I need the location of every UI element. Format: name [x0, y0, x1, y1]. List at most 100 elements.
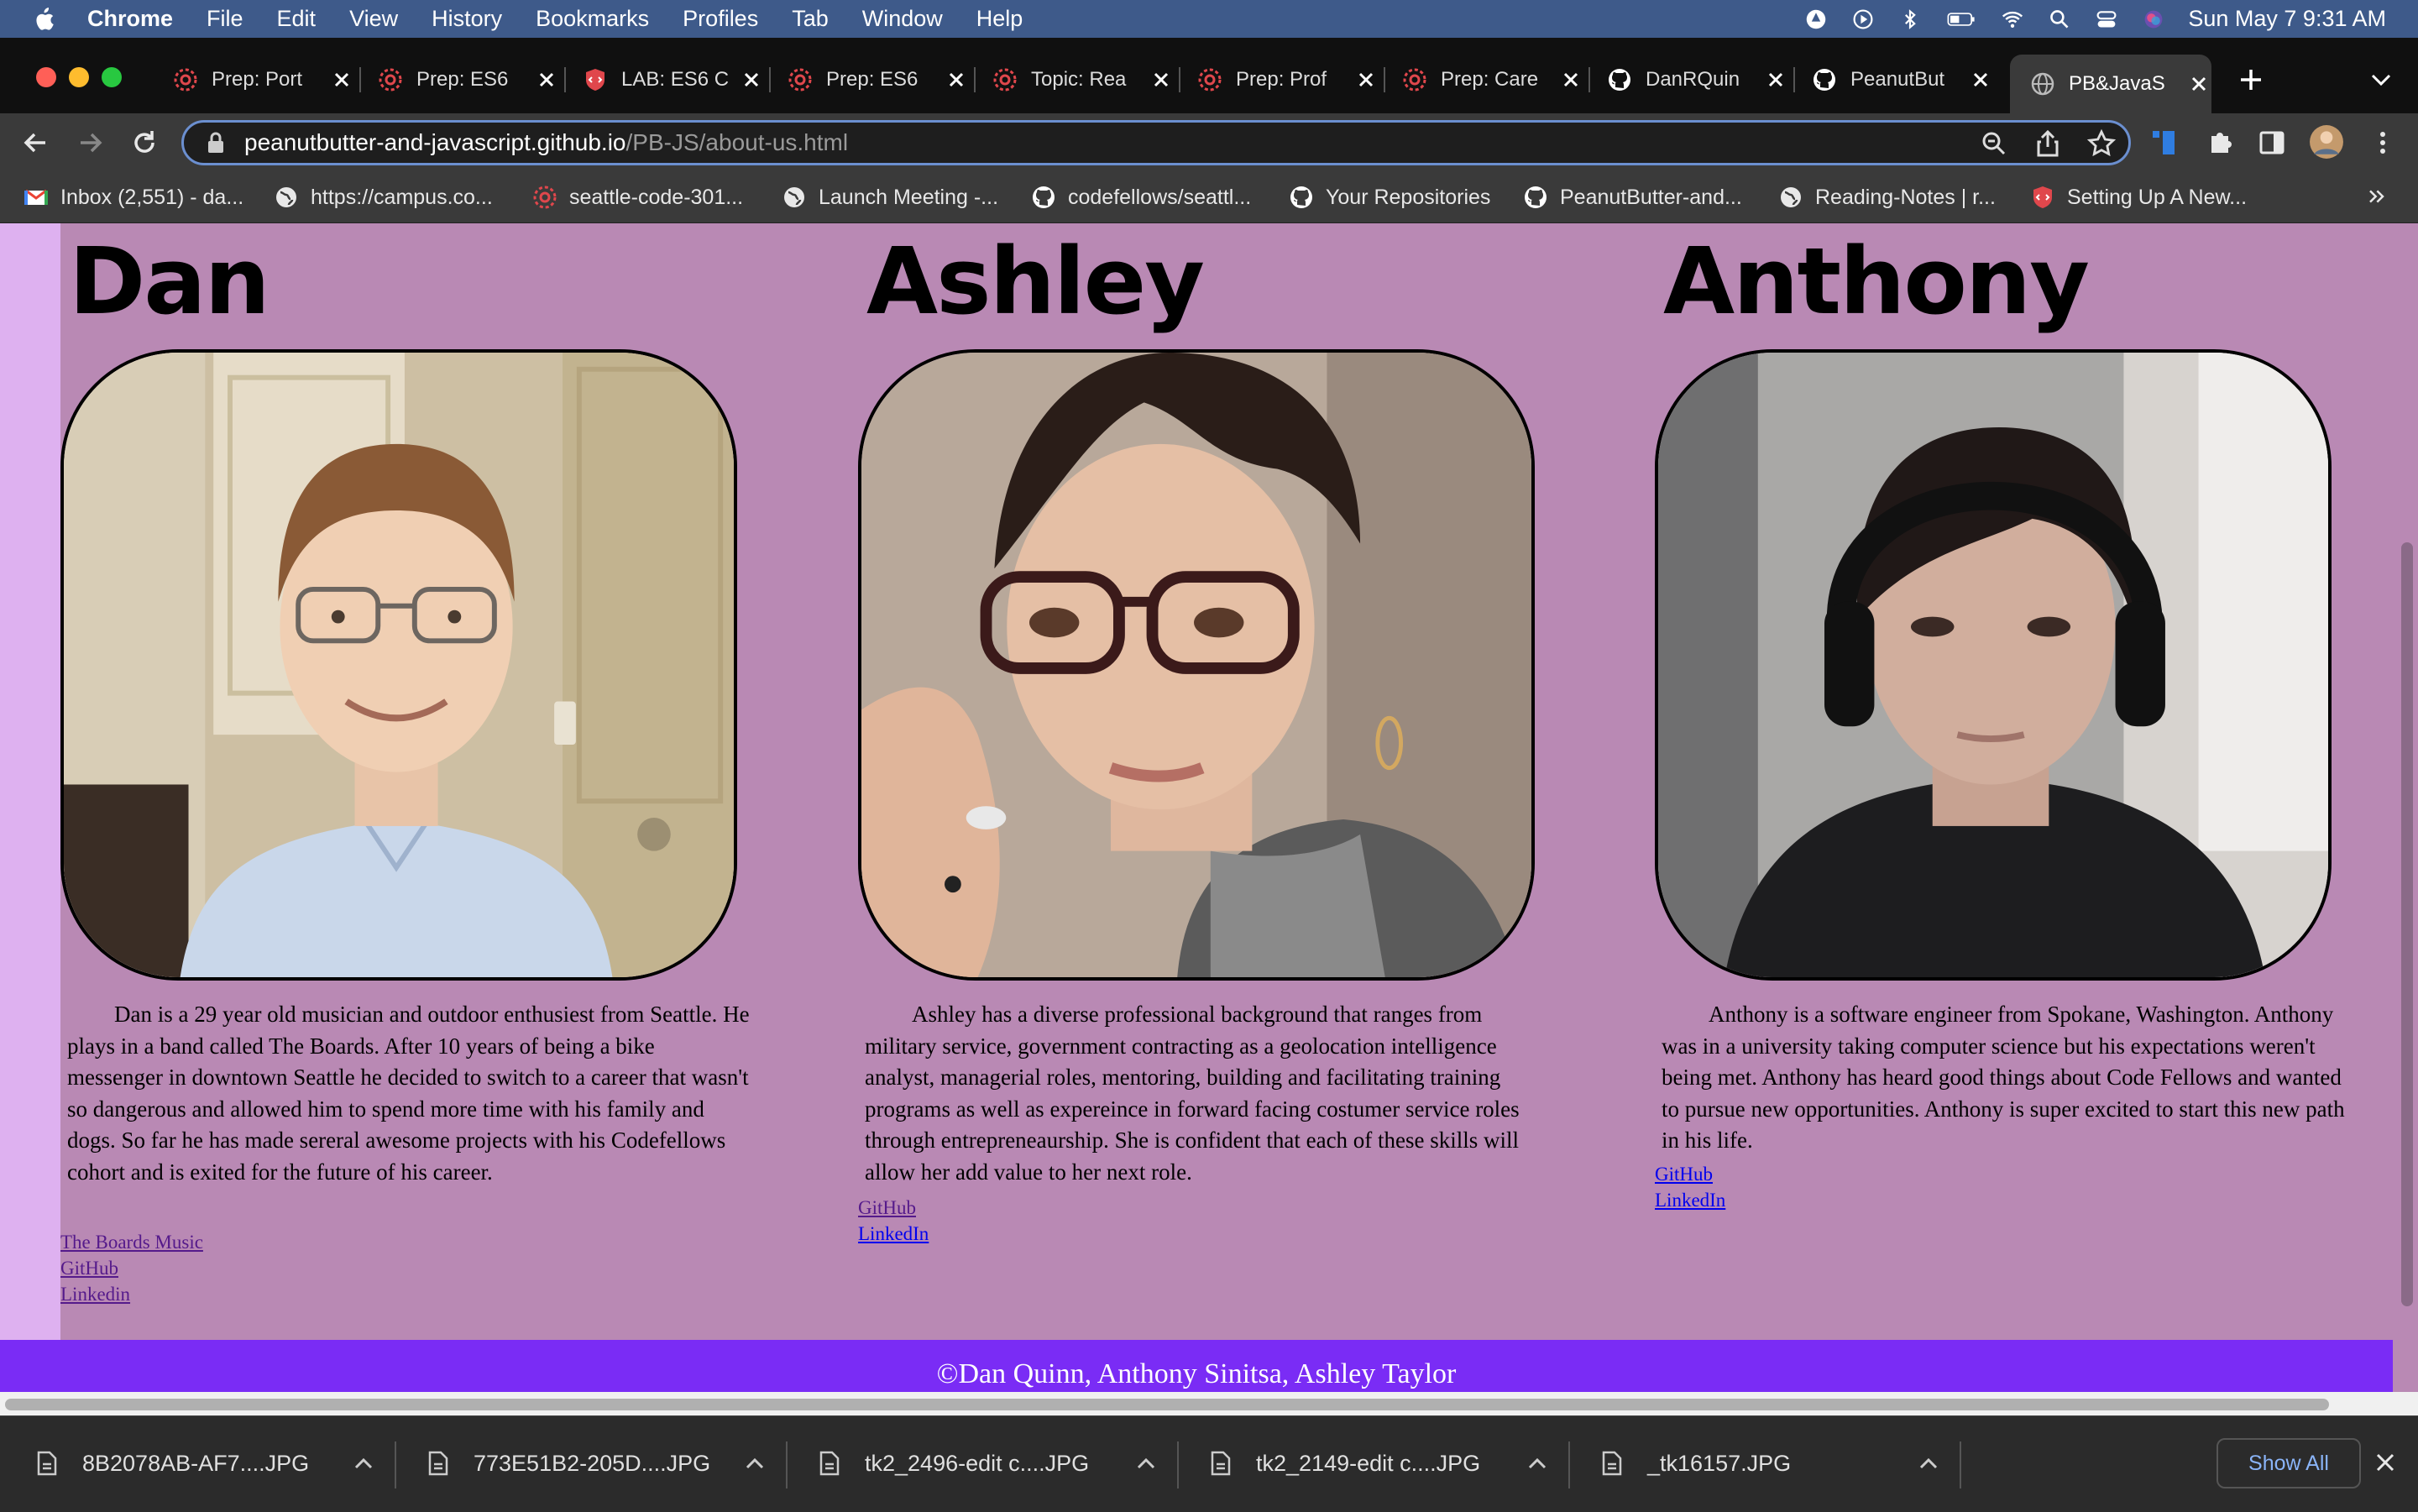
browser-tab[interactable]: LAB: ES6 C [563, 57, 764, 102]
back-icon[interactable] [20, 128, 50, 158]
tab-close-icon[interactable] [1149, 67, 1174, 92]
link-github[interactable]: GitHub [1655, 1161, 1725, 1187]
lock-icon[interactable] [206, 132, 226, 154]
tab-close-icon[interactable] [1968, 67, 1993, 92]
bookmarks-overflow-icon[interactable] [2366, 184, 2391, 209]
link-linkedin[interactable]: LinkedIn [858, 1221, 929, 1247]
download-item[interactable]: 8B2078AB-AF7....JPG [37, 1440, 373, 1487]
chevron-up-icon[interactable] [1919, 1457, 1938, 1469]
media-play-icon[interactable] [1850, 8, 1876, 30]
apple-icon[interactable] [32, 7, 55, 32]
chevron-up-icon[interactable] [1137, 1457, 1155, 1469]
bookmark-label: codefellows/seattl... [1068, 185, 1252, 209]
download-item[interactable]: _tk16157.JPG [1602, 1440, 1938, 1487]
browser-tab[interactable]: Topic: Rea [972, 57, 1174, 102]
tab-close-icon[interactable] [1763, 67, 1788, 92]
siri-icon[interactable] [2141, 8, 2166, 30]
download-filename: tk2_2149-edit c....JPG [1256, 1450, 1481, 1476]
bookmark-item[interactable]: PeanutButter-and... [1523, 182, 1742, 212]
menu-tab[interactable]: Tab [792, 6, 829, 32]
horizontal-scrollbar[interactable] [0, 1392, 2418, 1415]
link-linkedin[interactable]: LinkedIn [1655, 1187, 1725, 1213]
link-github[interactable]: GitHub [858, 1195, 929, 1221]
member-photo [60, 349, 737, 981]
control-center-icon[interactable] [2094, 8, 2119, 30]
menu-view[interactable]: View [349, 6, 398, 32]
menu-profiles[interactable]: Profiles [683, 6, 758, 32]
bookmark-item[interactable]: Setting Up A New... [2030, 182, 2247, 212]
close-icon[interactable] [2373, 1450, 2398, 1475]
bookmark-item[interactable]: Your Repositories [1289, 182, 1490, 212]
chevron-up-icon[interactable] [1528, 1457, 1547, 1469]
menubar-clock[interactable]: Sun May 7 9:31 AM [2188, 6, 2386, 32]
tab-close-icon[interactable] [534, 67, 559, 92]
download-item[interactable]: 773E51B2-205D....JPG [428, 1440, 764, 1487]
link-github[interactable]: GitHub [60, 1255, 203, 1281]
address-bar[interactable]: peanutbutter-and-javascript.github.io/PB… [181, 120, 2131, 165]
window-minimize-button[interactable] [69, 67, 89, 87]
browser-tab[interactable]: DanRQuin [1587, 57, 1788, 102]
browser-tab[interactable]: Prep: ES6 [358, 57, 559, 102]
url-path: /PB-JS/about-us.html [625, 129, 849, 155]
menu-help[interactable]: Help [976, 6, 1023, 32]
tab-close-icon[interactable] [739, 67, 764, 92]
tab-search-chevron-icon[interactable] [2366, 65, 2396, 95]
browser-tab[interactable]: Prep: Care [1382, 57, 1583, 102]
side-panel-icon[interactable] [2257, 128, 2287, 158]
browser-tab[interactable]: Prep: Prof [1177, 57, 1379, 102]
chrome-menu-icon[interactable] [2368, 128, 2398, 158]
browser-tab[interactable]: PeanutBut [1792, 57, 1993, 102]
menu-file[interactable]: File [207, 6, 243, 32]
bookmark-item[interactable]: Launch Meeting -... [782, 182, 998, 212]
bookmark-item[interactable]: Inbox (2,551) - da... [24, 182, 243, 212]
codefellows-icon [788, 68, 812, 92]
user-status-icon[interactable] [1803, 8, 1829, 30]
codefellows-icon [379, 68, 402, 92]
tab-close-icon[interactable] [1558, 67, 1583, 92]
bookmark-item[interactable]: codefellows/seattl... [1031, 182, 1251, 212]
extension-bookmark-icon[interactable] [2149, 128, 2180, 158]
tab-close-icon[interactable] [944, 67, 969, 92]
wifi-icon[interactable] [2000, 8, 2025, 30]
reload-icon[interactable] [129, 128, 160, 158]
link-band-music[interactable]: The Boards Music [60, 1229, 203, 1255]
chevron-up-icon[interactable] [746, 1457, 764, 1469]
forward-icon[interactable] [76, 128, 106, 158]
tab-close-icon[interactable] [329, 67, 354, 92]
browser-tab-strip: Prep: Port Prep: ES6 LAB: ES6 C Prep: ES… [0, 38, 2418, 113]
menu-edit[interactable]: Edit [277, 6, 317, 32]
vertical-scrollbar[interactable] [2393, 223, 2418, 1392]
bookmark-item[interactable]: seattle-code-301... [532, 182, 743, 212]
show-all-downloads-button[interactable]: Show All [2216, 1438, 2361, 1488]
scrollbar-thumb[interactable] [2401, 542, 2413, 1306]
bookmark-label: PeanutButter-and... [1560, 185, 1742, 209]
scrollbar-thumb[interactable] [5, 1399, 2329, 1410]
chevron-up-icon[interactable] [354, 1457, 373, 1469]
menu-window[interactable]: Window [862, 6, 943, 32]
bookmark-item[interactable]: Reading-Notes | r... [1778, 182, 1996, 212]
bluetooth-icon[interactable] [1897, 8, 1923, 30]
link-linkedin[interactable]: Linkedin [60, 1281, 203, 1307]
window-close-button[interactable] [36, 67, 56, 87]
download-item[interactable]: tk2_2149-edit c....JPG [1211, 1440, 1547, 1487]
zoom-icon[interactable] [1979, 128, 2009, 159]
tab-close-icon[interactable] [1353, 67, 1379, 92]
extensions-puzzle-icon[interactable] [2205, 128, 2235, 158]
window-zoom-button[interactable] [102, 67, 122, 87]
bookmark-item[interactable]: https://campus.co... [274, 182, 493, 212]
spotlight-search-icon[interactable] [2047, 8, 2072, 30]
bookmark-star-icon[interactable] [2086, 128, 2117, 159]
tab-close-icon[interactable] [2186, 71, 2211, 97]
member-name: Anthony [1663, 228, 2090, 335]
battery-icon[interactable] [1944, 8, 1978, 30]
share-icon[interactable] [2033, 128, 2063, 159]
menu-history[interactable]: History [432, 6, 502, 32]
browser-tab[interactable]: Prep: Port [153, 57, 354, 102]
profile-avatar-icon[interactable] [2309, 124, 2344, 160]
browser-tab[interactable]: Prep: ES6 [767, 57, 969, 102]
menu-bookmarks[interactable]: Bookmarks [536, 6, 649, 32]
menu-app-chrome[interactable]: Chrome [87, 6, 173, 32]
download-item[interactable]: tk2_2496-edit c....JPG [819, 1440, 1155, 1487]
new-tab-icon[interactable] [2236, 65, 2266, 95]
browser-tab-active[interactable]: PB&JavaS [2010, 55, 2211, 113]
